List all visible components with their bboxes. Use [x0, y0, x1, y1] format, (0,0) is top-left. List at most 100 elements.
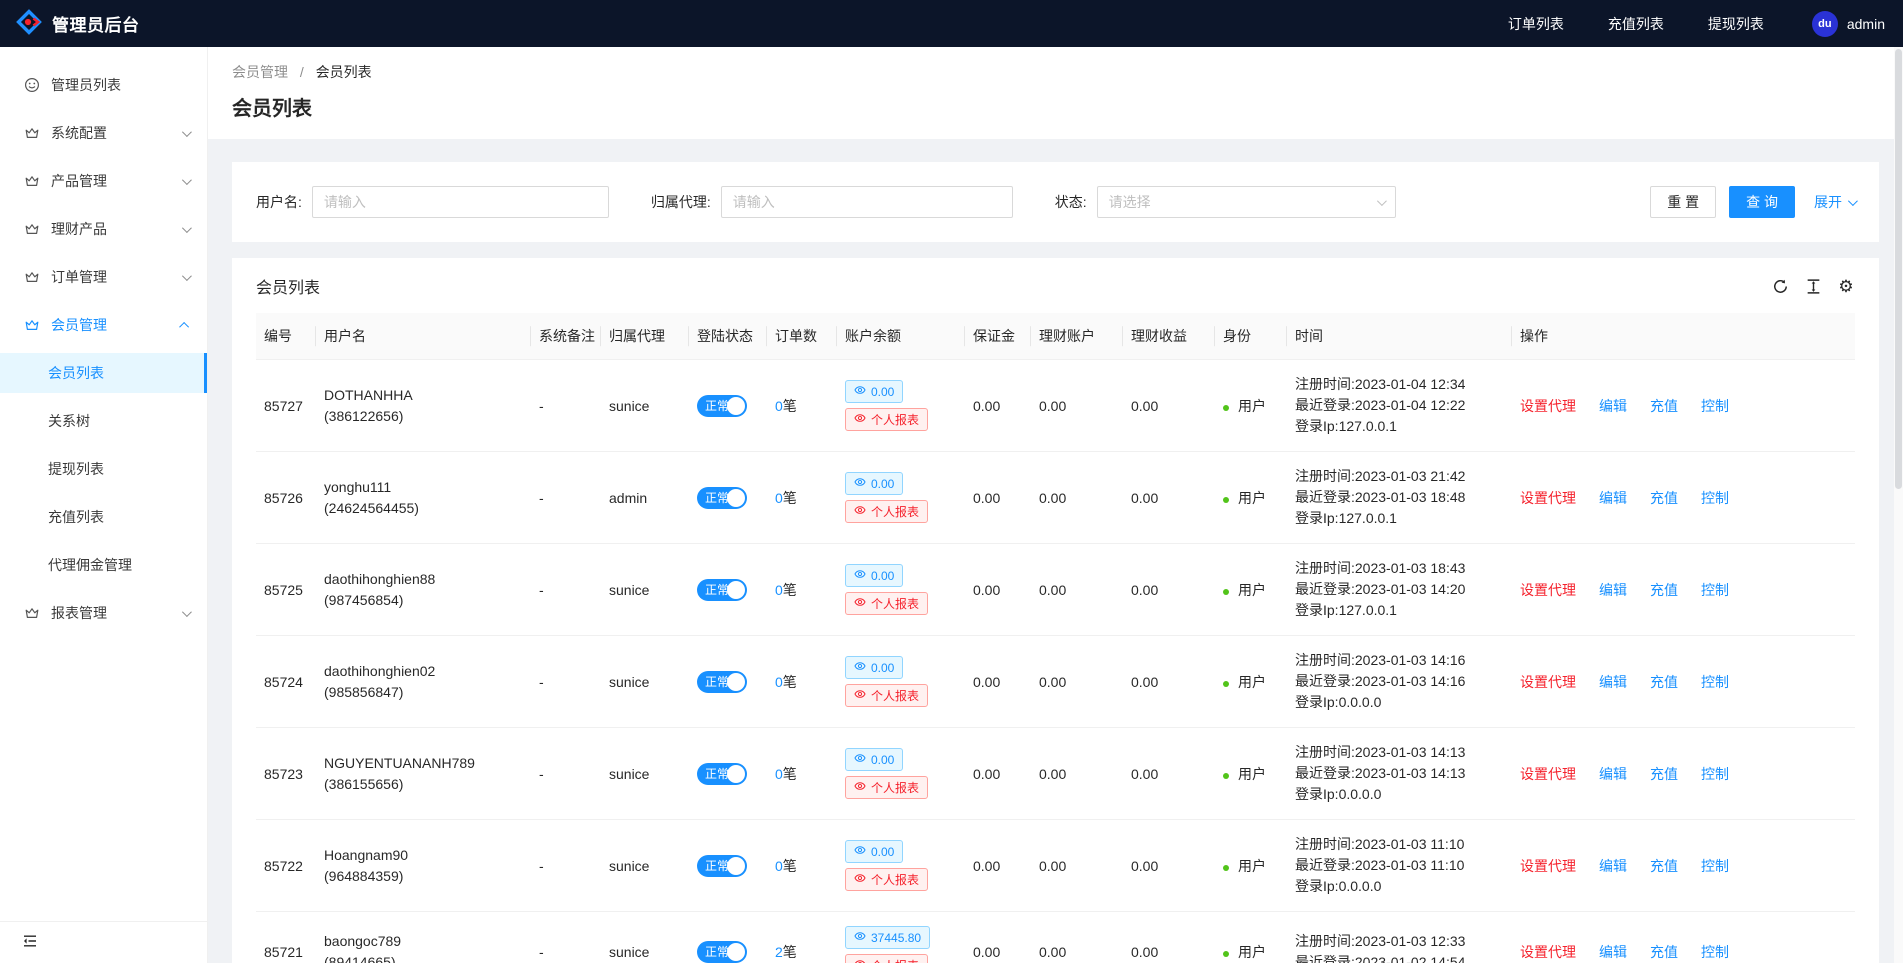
recharge-link[interactable]: 充值 — [1650, 672, 1678, 692]
status-toggle[interactable]: 正常 — [697, 763, 747, 785]
personal-report-badge[interactable]: 个人报表 — [845, 954, 928, 963]
balance-badge[interactable]: 0.00 — [845, 840, 903, 863]
sidebar-item-order-mgmt[interactable]: 订单管理 — [0, 257, 207, 297]
personal-report-badge[interactable]: 个人报表 — [845, 592, 928, 615]
cell-finance-account: 0.00 — [1031, 452, 1123, 544]
status-select[interactable]: 请选择 — [1097, 186, 1396, 218]
sidebar-item-member-mgmt[interactable]: 会员管理 — [0, 305, 207, 345]
search-button[interactable]: 查 询 — [1729, 186, 1795, 218]
cell-actions: 设置代理 编辑 充值 控制 — [1512, 360, 1855, 452]
card-header: 会员列表 ⚙ — [232, 258, 1879, 313]
cell-balance: 0.00 个人报表 — [837, 544, 965, 636]
agent-input[interactable] — [721, 186, 1013, 218]
column-height-icon[interactable] — [1804, 277, 1822, 295]
table-row: 85721 baongoc789 (89414665) - sunice 正常 … — [256, 912, 1855, 963]
sidebar-subitem-label: 代理佣金管理 — [48, 555, 132, 575]
breadcrumb-parent[interactable]: 会员管理 — [232, 64, 288, 80]
status-toggle[interactable]: 正常 — [697, 395, 747, 417]
cell-time: 注册时间:2023-01-03 18:43 最近登录:2023-01-03 14… — [1287, 544, 1512, 636]
recharge-link[interactable]: 充值 — [1650, 856, 1678, 876]
status-toggle[interactable]: 正常 — [697, 579, 747, 601]
control-link[interactable]: 控制 — [1701, 856, 1729, 876]
reset-button[interactable]: 重 置 — [1650, 186, 1716, 218]
sidebar-item-admin-list[interactable]: 管理员列表 — [0, 65, 207, 105]
sidebar-collapse-button[interactable] — [0, 921, 207, 963]
status-toggle[interactable]: 正常 — [697, 487, 747, 509]
control-link[interactable]: 控制 — [1701, 580, 1729, 600]
balance-badge[interactable]: 0.00 — [845, 564, 903, 587]
cell-identity: 用户 — [1215, 544, 1287, 636]
control-link[interactable]: 控制 — [1701, 396, 1729, 416]
cell-finance-account: 0.00 — [1031, 360, 1123, 452]
scrollbar-thumb[interactable] — [1895, 49, 1902, 489]
edit-link[interactable]: 编辑 — [1599, 856, 1627, 876]
status-toggle[interactable]: 正常 — [697, 671, 747, 693]
refresh-icon[interactable] — [1771, 277, 1789, 295]
set-agent-link[interactable]: 设置代理 — [1520, 942, 1576, 962]
sidebar-item-finance-products[interactable]: 理财产品 — [0, 209, 207, 249]
set-agent-link[interactable]: 设置代理 — [1520, 396, 1576, 416]
edit-link[interactable]: 编辑 — [1599, 580, 1627, 600]
sidebar-subitem-agent-commission[interactable]: 代理佣金管理 — [0, 545, 207, 585]
sidebar-subitem-recharge-list[interactable]: 充值列表 — [0, 497, 207, 537]
settings-gear-icon[interactable]: ⚙ — [1837, 277, 1855, 295]
recharge-link[interactable]: 充值 — [1650, 488, 1678, 508]
user-menu[interactable]: du admin — [1786, 11, 1885, 37]
col-id: 编号 — [256, 313, 316, 360]
recharge-link[interactable]: 充值 — [1650, 396, 1678, 416]
status-toggle[interactable]: 正常 — [697, 855, 747, 877]
cell-note: - — [531, 728, 601, 820]
col-username: 用户名 — [316, 313, 531, 360]
login-ip: 登录Ip:127.0.0.1 — [1295, 416, 1504, 437]
set-agent-link[interactable]: 设置代理 — [1520, 856, 1576, 876]
sidebar-subitem-withdraw-list[interactable]: 提现列表 — [0, 449, 207, 489]
sidebar-item-system-config[interactable]: 系统配置 — [0, 113, 207, 153]
set-agent-link[interactable]: 设置代理 — [1520, 580, 1576, 600]
topnav-recharge-list[interactable]: 充值列表 — [1586, 14, 1686, 34]
expand-link[interactable]: 展开 — [1814, 192, 1855, 212]
control-link[interactable]: 控制 — [1701, 942, 1729, 962]
cell-agent: sunice — [601, 636, 689, 728]
personal-report-badge[interactable]: 个人报表 — [845, 500, 928, 523]
control-link[interactable]: 控制 — [1701, 488, 1729, 508]
set-agent-link[interactable]: 设置代理 — [1520, 672, 1576, 692]
status-toggle[interactable]: 正常 — [697, 941, 747, 963]
topnav-order-list[interactable]: 订单列表 — [1486, 14, 1586, 34]
set-agent-link[interactable]: 设置代理 — [1520, 764, 1576, 784]
balance-badge[interactable]: 0.00 — [845, 656, 903, 679]
sidebar-item-label: 会员管理 — [51, 315, 107, 335]
table-row: 85726 yonghu111 (24624564455) - admin 正常… — [256, 452, 1855, 544]
edit-link[interactable]: 编辑 — [1599, 764, 1627, 784]
sidebar-item-product-mgmt[interactable]: 产品管理 — [0, 161, 207, 201]
personal-report-badge[interactable]: 个人报表 — [845, 868, 928, 891]
topnav-withdraw-list[interactable]: 提现列表 — [1686, 14, 1786, 34]
cell-orders: 0笔 — [767, 820, 837, 912]
recharge-link[interactable]: 充值 — [1650, 942, 1678, 962]
personal-report-badge[interactable]: 个人报表 — [845, 684, 928, 707]
order-count: 2 — [775, 944, 783, 960]
balance-badge[interactable]: 0.00 — [845, 472, 903, 495]
edit-link[interactable]: 编辑 — [1599, 488, 1627, 508]
recharge-link[interactable]: 充值 — [1650, 764, 1678, 784]
username-input[interactable] — [312, 186, 609, 218]
balance-badge[interactable]: 0.00 — [845, 748, 903, 771]
balance-badge[interactable]: 0.00 — [845, 380, 903, 403]
control-link[interactable]: 控制 — [1701, 672, 1729, 692]
edit-link[interactable]: 编辑 — [1599, 942, 1627, 962]
edit-link[interactable]: 编辑 — [1599, 672, 1627, 692]
sidebar-item-report-mgmt[interactable]: 报表管理 — [0, 593, 207, 633]
breadcrumb: 会员管理 / 会员列表 — [232, 62, 1879, 82]
sidebar-subitem-relation-tree[interactable]: 关系树 — [0, 401, 207, 441]
personal-report-badge[interactable]: 个人报表 — [845, 408, 928, 431]
edit-link[interactable]: 编辑 — [1599, 396, 1627, 416]
recharge-link[interactable]: 充值 — [1650, 580, 1678, 600]
personal-report-badge[interactable]: 个人报表 — [845, 776, 928, 799]
set-agent-link[interactable]: 设置代理 — [1520, 488, 1576, 508]
sidebar-subitem-member-list[interactable]: 会员列表 — [0, 353, 207, 393]
member-account: (985856847) — [324, 682, 523, 703]
cell-note: - — [531, 820, 601, 912]
member-account: (24624564455) — [324, 498, 523, 519]
control-link[interactable]: 控制 — [1701, 764, 1729, 784]
balance-badge[interactable]: 37445.80 — [845, 926, 930, 949]
content-area: 用户名: 归属代理: 状态: 请选择 重 置 查 询 展开 — [208, 139, 1903, 963]
